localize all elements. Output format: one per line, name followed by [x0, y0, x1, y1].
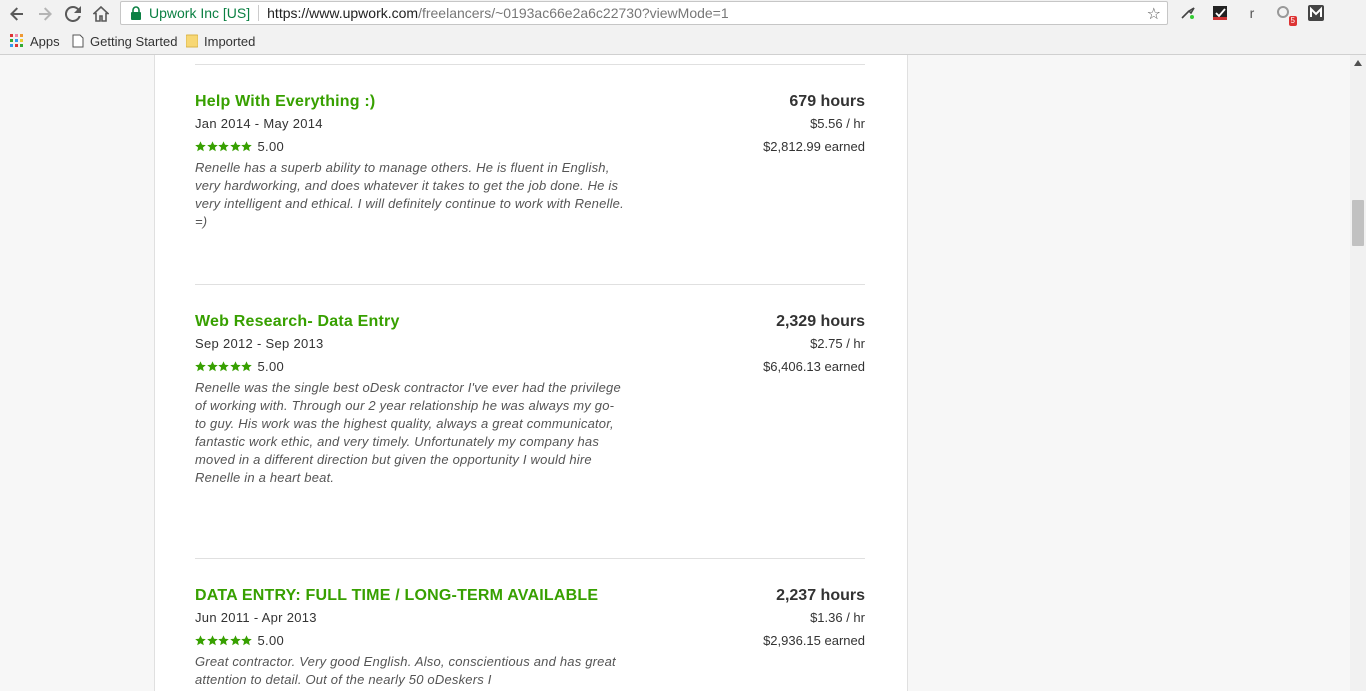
star-icon [218, 360, 229, 371]
forward-button[interactable] [34, 3, 56, 25]
url-path: /freelancers/~0193ac66e2a6c22730?viewMod… [418, 5, 729, 21]
address-bar[interactable]: Upwork Inc [US] https://www.upwork.com/f… [120, 1, 1168, 25]
extension-checklist-icon[interactable] [1211, 4, 1229, 22]
scrollbar-thumb[interactable] [1352, 200, 1364, 246]
home-button[interactable] [90, 3, 112, 25]
job-hours: 2,237 hours [776, 587, 865, 604]
arrow-left-icon [10, 7, 23, 21]
star-icon [229, 360, 241, 371]
rating-value: 5.00 [257, 358, 285, 374]
job-stats: 2,329 hours $2.75 / hr $6,406.13 earned [763, 312, 865, 376]
site-identity[interactable]: Upwork Inc [US] [121, 5, 250, 21]
star-rating-icon [195, 360, 253, 372]
job-entry: DATA ENTRY: FULL TIME / LONG-TERM AVAILA… [195, 586, 865, 689]
extension-r-label: r [1249, 5, 1255, 21]
star-icon [241, 634, 252, 645]
star-icon [195, 140, 206, 151]
job-entry: Web Research- Data Entry Sep 2012 - Sep … [195, 312, 865, 487]
extension-badge-count: 5 [1288, 16, 1297, 26]
page-content: Help With Everything :) Jan 2014 - May 2… [0, 55, 1350, 691]
bookmark-imported[interactable]: Imported [186, 32, 255, 50]
work-history-card: Help With Everything :) Jan 2014 - May 2… [154, 55, 908, 691]
star-icon [206, 140, 218, 151]
bookmark-apps[interactable]: Apps [10, 32, 60, 50]
divider [195, 558, 865, 559]
bookmarks-bar: Apps Getting Started Imported [0, 28, 1366, 55]
omnibox-divider [258, 5, 260, 21]
job-feedback: Renelle was the single best oDesk contra… [195, 380, 621, 485]
job-feedback: Great contractor. Very good English. Als… [195, 654, 616, 687]
bookmark-imported-label: Imported [204, 33, 256, 49]
url-text: https://www.upwork.com/freelancers/~0193… [267, 5, 729, 21]
folder-icon [186, 34, 198, 48]
scroll-up-arrow-icon[interactable] [1354, 60, 1362, 66]
job-rate: $1.36 / hr [810, 610, 865, 625]
extension-m-icon[interactable] [1307, 4, 1325, 22]
star-icon [241, 360, 252, 371]
apps-grid-icon [10, 34, 23, 47]
bookmark-getting-started[interactable]: Getting Started [72, 32, 177, 50]
home-icon [93, 6, 109, 22]
star-icon [195, 634, 206, 645]
extension-r-icon[interactable]: r [1243, 4, 1261, 22]
divider [195, 64, 865, 65]
bookmark-apps-label: Apps [30, 33, 60, 49]
job-stats: 2,237 hours $1.36 / hr $2,936.15 earned [763, 586, 865, 650]
star-icon [229, 140, 241, 151]
job-rate: $2.75 / hr [810, 336, 865, 351]
bookmark-star-icon[interactable]: ☆ [1147, 4, 1161, 24]
back-button[interactable] [6, 3, 28, 25]
url-host: https://www.upwork.com [267, 5, 419, 21]
reload-icon [65, 6, 81, 22]
extension-tools-icon[interactable] [1179, 4, 1197, 22]
bookmark-getting-started-label: Getting Started [90, 33, 178, 49]
rating-value: 5.00 [257, 632, 285, 648]
job-earned: $2,936.15 earned [763, 633, 865, 648]
star-icon [229, 634, 241, 645]
page-scrollbar[interactable] [1350, 55, 1366, 691]
star-rating-icon [195, 140, 253, 152]
job-hours: 679 hours [789, 93, 865, 110]
browser-toolbar: Upwork Inc [US] https://www.upwork.com/f… [0, 0, 1366, 28]
lock-icon [131, 6, 141, 20]
rating-value: 5.00 [257, 138, 285, 154]
extension-badge-icon[interactable]: 5 [1275, 4, 1297, 26]
star-icon [218, 140, 229, 151]
divider [195, 284, 865, 285]
arrow-right-icon [39, 7, 52, 21]
page-icon [72, 34, 84, 48]
job-earned: $6,406.13 earned [763, 359, 865, 374]
job-rate: $5.56 / hr [810, 116, 865, 131]
star-icon [206, 360, 218, 371]
star-icon [218, 634, 229, 645]
reload-button[interactable] [62, 3, 84, 25]
site-identity-label: Upwork Inc [US] [149, 5, 251, 21]
star-icon [206, 634, 218, 645]
star-icon [241, 140, 252, 151]
job-hours: 2,329 hours [776, 313, 865, 330]
star-rating-icon [195, 634, 253, 646]
job-feedback: Renelle has a superb ability to manage o… [195, 160, 624, 229]
job-entry: Help With Everything :) Jan 2014 - May 2… [195, 92, 865, 231]
job-earned: $2,812.99 earned [763, 139, 865, 154]
job-stats: 679 hours $5.56 / hr $2,812.99 earned [763, 92, 865, 156]
star-icon [195, 360, 206, 371]
